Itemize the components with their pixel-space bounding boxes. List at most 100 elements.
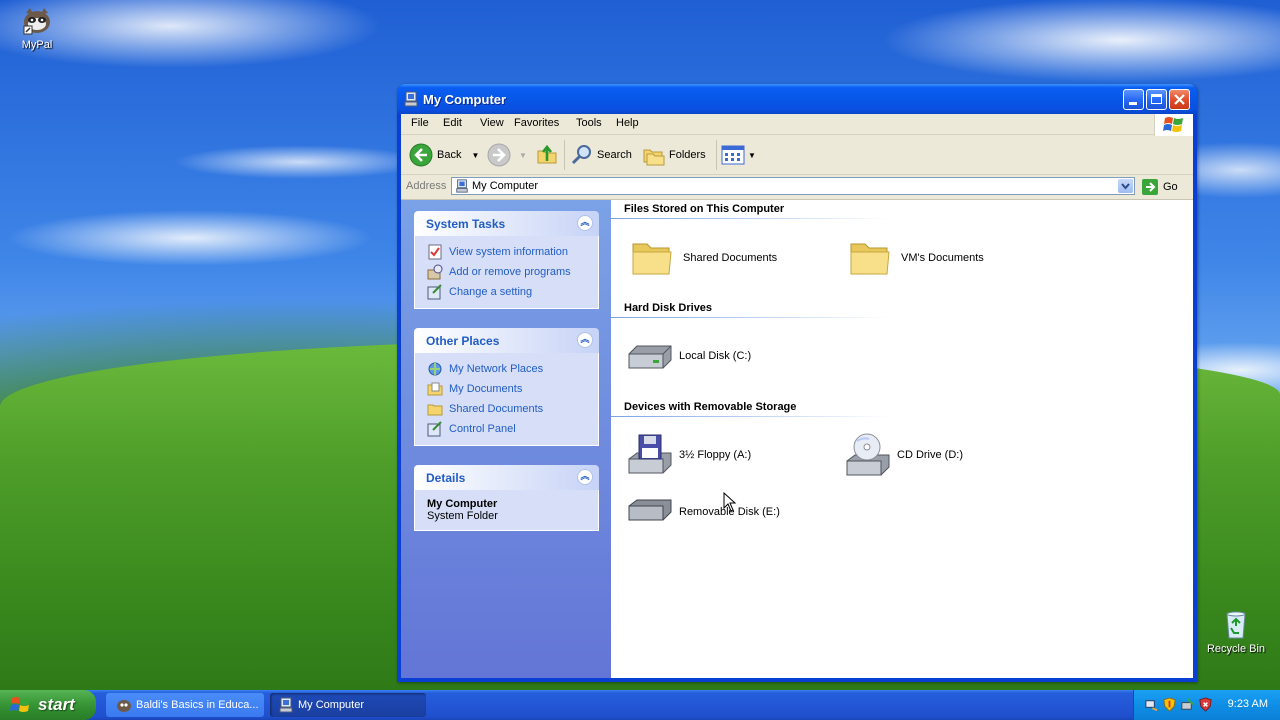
collapse-icon[interactable]: ︽ [577, 215, 593, 231]
menu-help[interactable]: Help [616, 117, 639, 129]
windows-flag-icon [10, 697, 30, 712]
menu-view[interactable]: View [480, 117, 504, 129]
mouse-cursor-icon [723, 492, 737, 512]
views-button[interactable]: ▼ [721, 141, 756, 169]
link-label: My Documents [449, 383, 523, 395]
link-label: Add or remove programs [449, 266, 571, 278]
back-label: Back [437, 149, 462, 161]
toolbar: Back ▼ ▼ Search Folders ▼ [401, 136, 1193, 175]
details-type: System Folder [427, 510, 498, 522]
link-add-remove-programs[interactable]: Add or remove programs [427, 262, 598, 282]
chevron-down-icon [1121, 183, 1130, 190]
group-divider [611, 218, 891, 219]
taskbar-button-baldis-basics[interactable]: Baldi's Basics in Educa... [106, 693, 264, 717]
group-header-files: Files Stored on This Computer [624, 203, 785, 215]
link-my-network-places[interactable]: My Network Places [427, 359, 598, 379]
collapse-icon[interactable]: ︽ [577, 469, 593, 485]
system-tasks-header[interactable]: System Tasks ︽ [414, 211, 599, 236]
views-dropdown-icon[interactable]: ▼ [748, 151, 756, 160]
window-client: File Edit View Favorites Tools Help Back… [401, 114, 1193, 678]
desktop-icon-mypal[interactable]: MyPal [0, 4, 74, 51]
desktop-icon-label: Recycle Bin [1206, 643, 1266, 655]
game-icon [117, 700, 131, 712]
system-info-icon [428, 244, 442, 260]
item-label: Shared Documents [683, 252, 778, 264]
up-folder-button[interactable] [535, 141, 559, 169]
maximize-button[interactable] [1146, 89, 1167, 110]
folder-icon [427, 404, 443, 416]
panel-body: My Computer System Folder [414, 490, 599, 531]
content-area: Files Stored on This Computer Shared Doc… [611, 200, 1193, 678]
item-floppy-a[interactable]: 3½ Floppy (A:) [625, 433, 751, 477]
task-pane: System Tasks ︽ View system information A… [401, 200, 611, 678]
clock[interactable]: 9:23 AM [1228, 698, 1268, 710]
link-shared-documents[interactable]: Shared Documents [427, 399, 598, 419]
cd-drive-icon [846, 433, 890, 476]
start-button[interactable]: start [0, 690, 96, 720]
address-input[interactable]: My Computer [451, 177, 1135, 195]
panel-title: Details [426, 471, 466, 485]
link-control-panel[interactable]: Control Panel [427, 419, 598, 439]
taskbar-button-my-computer[interactable]: My Computer [270, 693, 426, 717]
windows-flag-icon [1163, 117, 1183, 132]
item-shared-documents[interactable]: Shared Documents [629, 236, 777, 280]
go-button[interactable]: Go [1141, 178, 1178, 196]
address-bar: Address My Computer Go [401, 175, 1193, 200]
address-value: My Computer [472, 180, 539, 192]
search-button[interactable]: Search [570, 141, 632, 169]
collapse-icon[interactable]: ︽ [577, 332, 593, 348]
link-label: Shared Documents [449, 403, 544, 415]
forward-dropdown-icon: ▼ [519, 150, 527, 160]
mypal-icon [21, 4, 53, 36]
toolbar-separator [564, 140, 565, 170]
menu-edit[interactable]: Edit [443, 117, 462, 129]
search-icon [571, 145, 591, 165]
details-header[interactable]: Details ︽ [414, 465, 599, 490]
task-label: My Computer [298, 699, 365, 711]
close-button[interactable] [1169, 89, 1190, 110]
other-places-header[interactable]: Other Places ︽ [414, 328, 599, 353]
link-view-system-information[interactable]: View system information [427, 242, 598, 262]
window-title: My Computer [423, 92, 507, 107]
desktop-icon-recycle-bin[interactable]: Recycle Bin [1199, 608, 1273, 655]
item-local-disk-c[interactable]: Local Disk (C:) [625, 334, 751, 378]
group-header-removable-storage: Devices with Removable Storage [624, 401, 797, 413]
folder-icon [850, 243, 890, 275]
group-divider [611, 317, 891, 318]
tray-security-shield-icon[interactable] [1162, 697, 1177, 712]
minimize-button[interactable] [1123, 89, 1144, 110]
item-cd-drive-d[interactable]: CD Drive (D:) [843, 433, 963, 477]
item-vms-documents[interactable]: VM's Documents [847, 236, 984, 280]
title-bar[interactable]: My Computer [397, 84, 1197, 114]
item-removable-disk-e[interactable]: Removable Disk (E:) [625, 490, 780, 534]
item-label: CD Drive (D:) [897, 449, 963, 461]
folders-button[interactable]: Folders [642, 141, 706, 169]
link-change-setting[interactable]: Change a setting [427, 282, 598, 302]
toolbar-separator [716, 140, 717, 170]
search-label: Search [597, 149, 632, 161]
back-dropdown-icon[interactable]: ▼ [471, 151, 479, 160]
panel-body: My Network Places My Documents Shared Do… [414, 353, 599, 446]
group-divider [611, 416, 891, 417]
menu-file[interactable]: File [411, 117, 429, 129]
my-documents-icon [427, 382, 443, 396]
back-button[interactable]: Back ▼ [409, 141, 479, 169]
menu-favorites[interactable]: Favorites [514, 117, 559, 129]
forward-button[interactable]: ▼ [487, 141, 527, 169]
menu-tools[interactable]: Tools [576, 117, 602, 129]
link-label: Control Panel [449, 423, 516, 435]
panel-body: View system information Add or remove pr… [414, 236, 599, 309]
tray-network-icon[interactable] [1144, 697, 1159, 712]
folders-label: Folders [669, 149, 706, 161]
forward-arrow-icon [487, 143, 511, 167]
address-dropdown-button[interactable] [1118, 179, 1133, 193]
recycle-bin-icon [1220, 608, 1252, 640]
tray-safely-remove-icon[interactable] [1180, 697, 1195, 712]
link-my-documents[interactable]: My Documents [427, 379, 598, 399]
panel-title: System Tasks [426, 217, 506, 231]
tray-alert-shield-icon[interactable] [1198, 697, 1213, 712]
system-tray: 9:23 AM [1133, 690, 1280, 720]
desktop-icon-label: MyPal [21, 39, 53, 51]
panel-title: Other Places [426, 334, 500, 348]
up-folder-icon [537, 144, 557, 164]
